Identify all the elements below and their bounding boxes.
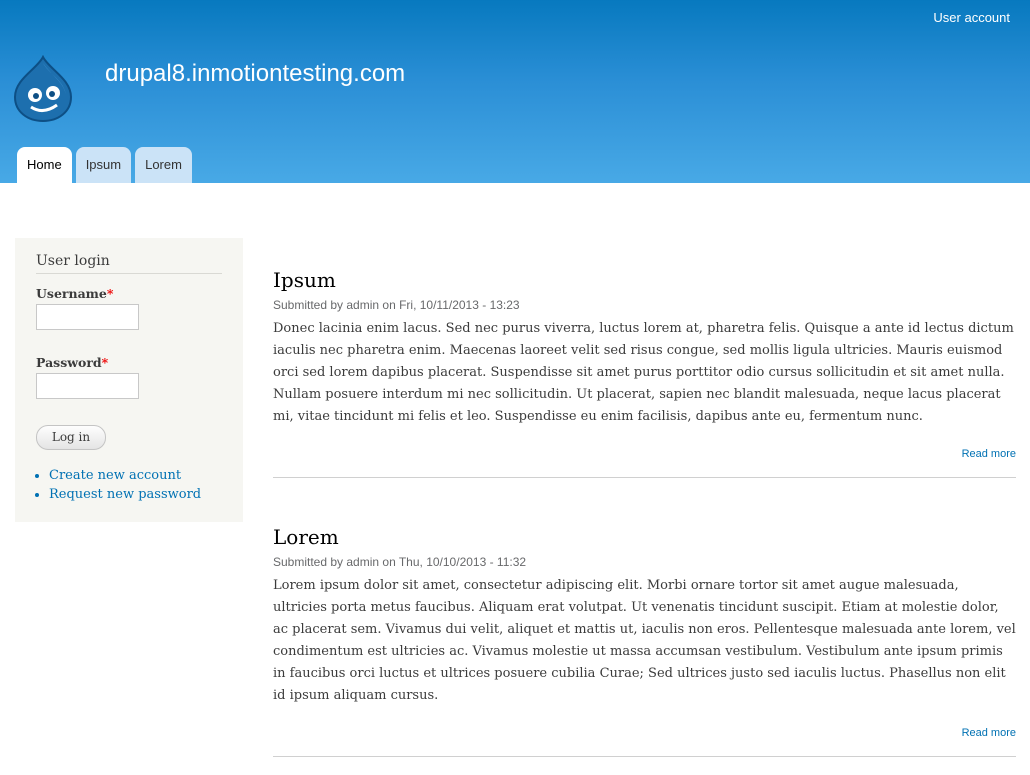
password-input[interactable]	[36, 373, 139, 399]
read-more-link[interactable]: Read more	[273, 448, 1016, 460]
article-title[interactable]: Ipsum	[273, 268, 1016, 292]
article-submitted: Submitted by admin on Fri, 10/11/2013 - …	[273, 298, 520, 312]
list-item: Request new password	[49, 487, 222, 502]
site-header: User account drupal8.inmotiontesting.com…	[0, 0, 1030, 183]
main-menu-tabs: Home Ipsum Lorem	[17, 147, 192, 183]
article-divider	[273, 756, 1016, 757]
username-label: Username*	[36, 286, 114, 301]
article-body: Donec lacinia enim lacus. Sed nec purus …	[273, 321, 1014, 424]
required-marker: *	[106, 286, 114, 301]
username-field-group: Username*	[36, 286, 222, 330]
user-login-block: User login Username* Password* Log in Cr…	[15, 238, 243, 522]
article-lorem: Lorem Submitted by admin on Thu, 10/10/2…	[273, 525, 1016, 757]
article-ipsum: Ipsum Submitted by admin on Fri, 10/11/2…	[273, 268, 1016, 478]
article-body: Lorem ipsum dolor sit amet, consectetur …	[273, 578, 1016, 703]
drupal-logo-icon[interactable]	[13, 54, 73, 123]
login-button[interactable]: Log in	[36, 425, 106, 450]
block-title: User login	[36, 253, 222, 274]
read-more-link[interactable]: Read more	[273, 727, 1016, 739]
site-name[interactable]: drupal8.inmotiontesting.com	[105, 60, 405, 88]
tab-lorem[interactable]: Lorem	[135, 147, 192, 183]
request-password-link[interactable]: Request new password	[49, 487, 201, 502]
user-account-link[interactable]: User account	[933, 10, 1010, 25]
password-field-group: Password*	[36, 355, 222, 399]
password-label: Password*	[36, 355, 109, 370]
tab-ipsum[interactable]: Ipsum	[75, 147, 132, 183]
list-item: Create new account	[49, 468, 222, 483]
tab-home[interactable]: Home	[17, 147, 72, 183]
required-marker: *	[101, 355, 109, 370]
username-input[interactable]	[36, 304, 139, 330]
article-divider	[273, 477, 1016, 478]
login-links: Create new account Request new password	[36, 468, 222, 502]
article-title[interactable]: Lorem	[273, 525, 1016, 549]
article-submitted: Submitted by admin on Thu, 10/10/2013 - …	[273, 555, 527, 569]
create-account-link[interactable]: Create new account	[49, 468, 181, 483]
